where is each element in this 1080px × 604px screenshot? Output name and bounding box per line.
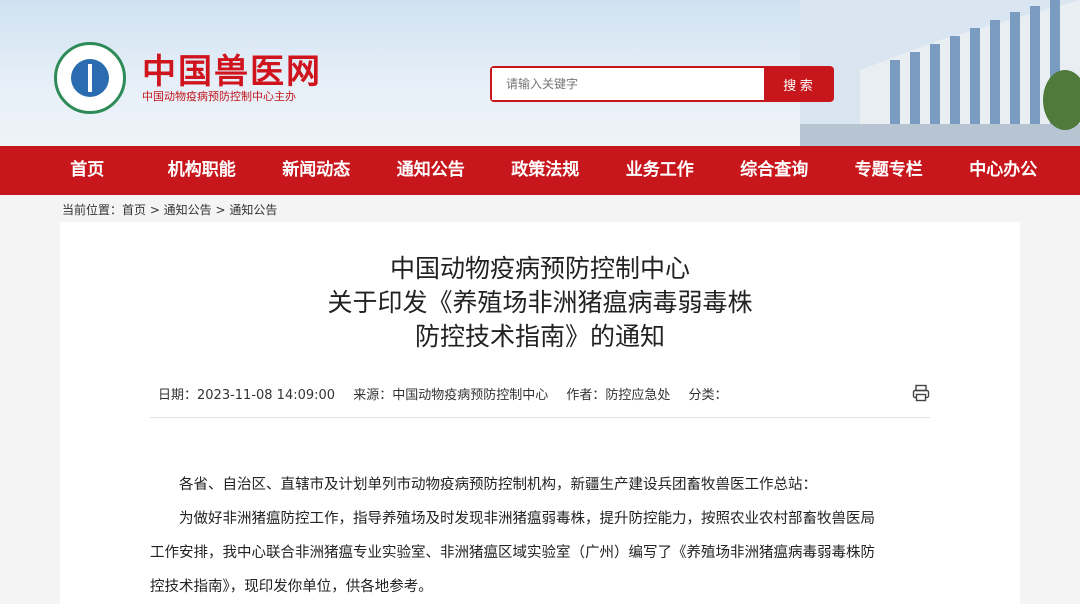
search-button[interactable]: 搜 索 [764,68,832,100]
site-subtitle: 中国动物疫病预防控制中心主办 [142,90,296,103]
emblem-icon [54,42,126,114]
nav-item-topics[interactable]: 专题专栏 [832,146,947,195]
nav-item-policy[interactable]: 政策法规 [488,146,603,195]
paragraph: 各省、自治区、直辖市及计划单列市动物疫病预防控制机构，新疆生产建设兵团畜牧兽医工… [179,477,817,493]
site-logo-title[interactable]: 中国兽医网 [142,44,322,93]
building-banner-image [800,0,1080,146]
main-nav: 首页 机构职能 新闻动态 通知公告 政策法规 业务工作 综合查询 专题专栏 中心… [0,146,1080,195]
article-meta: 日期：2023-11-08 14:09:00 来源：中国动物疫病预防控制中心 作… [158,384,742,403]
search-box: 搜 索 [490,66,834,102]
article-date: 日期：2023-11-08 14:09:00 [158,388,336,403]
nav-item-query[interactable]: 综合查询 [717,146,832,195]
article-category: 分类： [688,388,728,403]
article-panel: 中国动物疫病预防控制中心 关于印发《养殖场非洲猪瘟病毒弱毒株 防控技术指南》的通… [60,222,1020,604]
paragraph-line: 工作安排，我中心联合非洲猪瘟专业实验室、非洲猪瘟区域实验室（广州）编写了《养殖场… [150,545,875,561]
title-line: 中国动物疫病预防控制中心 [389,254,690,283]
nav-item-news[interactable]: 新闻动态 [259,146,374,195]
paragraph-line: 控技术指南》，现印发你单位，供各地参考。 [150,579,433,595]
article-body: 各省、自治区、直辖市及计划单列市动物疫病预防控制机构，新疆生产建设兵团畜牧兽医工… [150,468,942,604]
nav-item-functions[interactable]: 机构职能 [145,146,260,195]
article-source: 来源：中国动物疫病预防控制中心 [353,388,549,403]
print-icon[interactable] [912,384,930,402]
nav-item-notices[interactable]: 通知公告 [374,146,489,195]
title-line: 关于印发《养殖场非洲猪瘟病毒弱毒株 [327,288,753,317]
nav-item-business[interactable]: 业务工作 [603,146,718,195]
nav-item-home[interactable]: 首页 [30,146,145,195]
site-header: 中国兽医网 中国动物疫病预防控制中心主办 搜 索 [0,0,1080,146]
search-input[interactable] [492,68,764,100]
breadcrumb: 当前位置：首页 > 通知公告 > 通知公告 [62,203,278,217]
paragraph: 为做好非洲猪瘟防控工作，指导养殖场及时发现非洲猪瘟弱毒株，提升防控能力，按照农业… [179,511,875,527]
page-title: 中国动物疫病预防控制中心 关于印发《养殖场非洲猪瘟病毒弱毒株 防控技术指南》的通… [60,252,1020,354]
article-author: 作者：防控应急处 [566,388,671,403]
divider [150,417,930,418]
title-line: 防控技术指南》的通知 [414,322,665,351]
nav-item-office[interactable]: 中心办公 [946,146,1061,195]
